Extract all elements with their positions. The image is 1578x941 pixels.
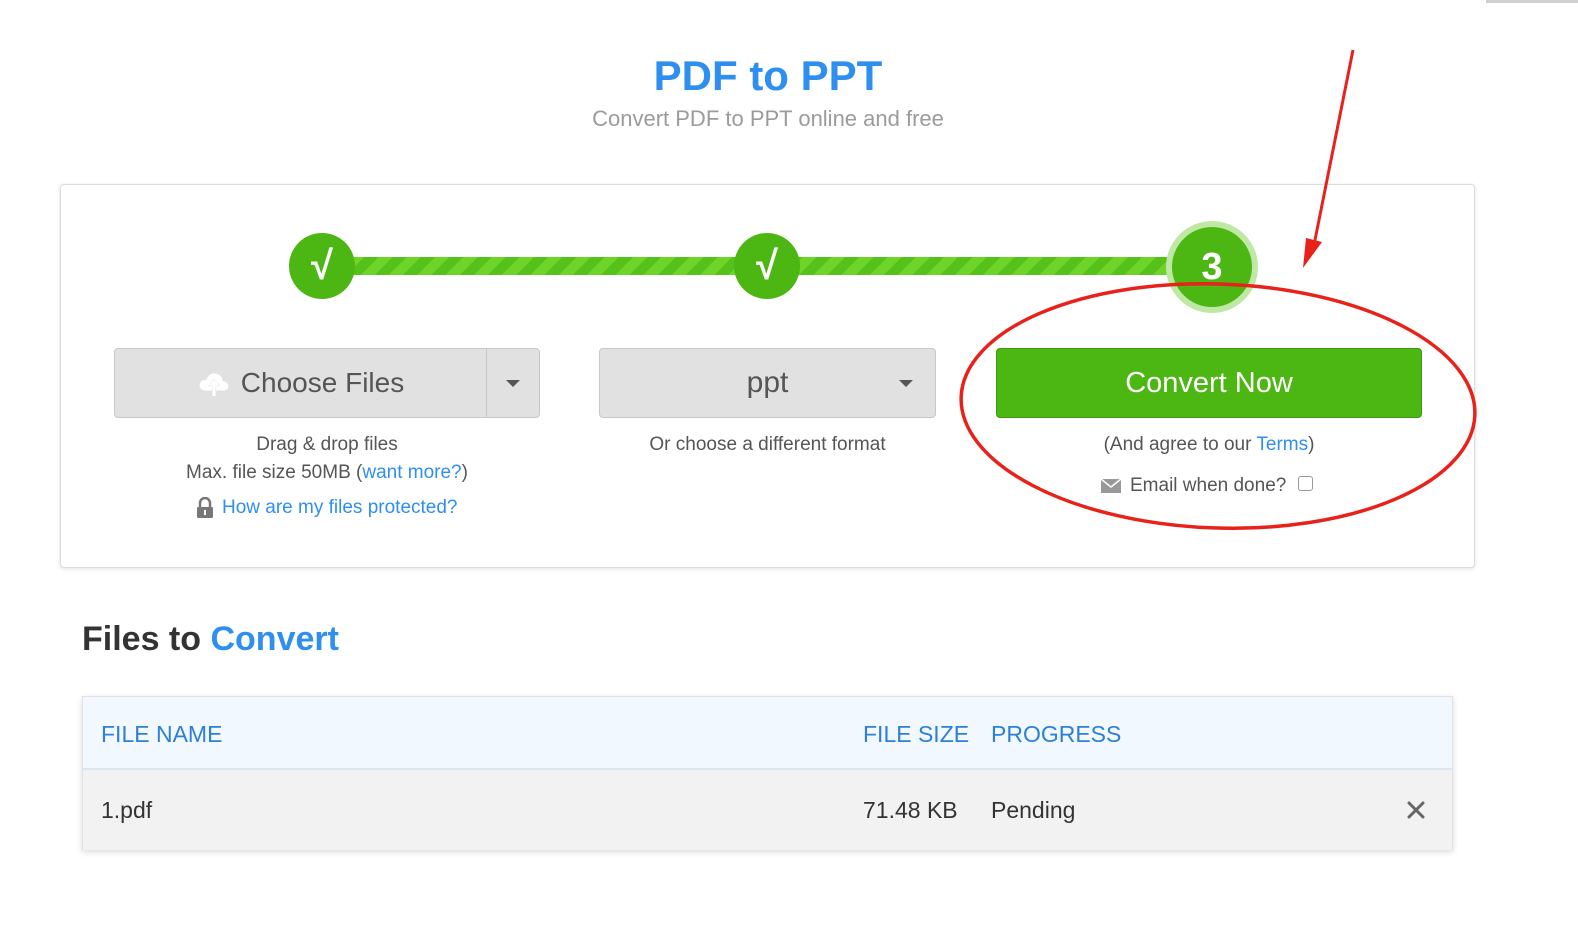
cloud-upload-icon <box>199 373 229 397</box>
files-title-part1: Files to <box>82 620 202 658</box>
remove-file-button[interactable] <box>1402 796 1430 824</box>
page: PDF to PPT Convert PDF to PPT online and… <box>0 0 1578 941</box>
column-file-name: FILE NAME <box>101 721 223 747</box>
files-title-part2: Convert <box>210 620 339 658</box>
close-icon <box>1407 801 1425 819</box>
choose-files-label: Choose Files <box>240 367 405 398</box>
convert-now-button[interactable]: Convert Now <box>996 348 1422 418</box>
email-label: Email when done? <box>1130 475 1287 496</box>
chevron-down-icon <box>506 379 520 387</box>
envelope-icon <box>1100 478 1122 493</box>
files-protected-link[interactable]: How are my files protected? <box>222 497 458 519</box>
file-size-cell: 71.48 KB <box>863 797 958 823</box>
drag-drop-text: Drag & drop files <box>256 434 398 455</box>
checkmark-icon: √ <box>756 243 778 288</box>
email-checkbox[interactable] <box>1298 475 1314 491</box>
column-file-size: FILE SIZE <box>863 721 970 747</box>
page-title: PDF to PPT <box>653 52 883 99</box>
max-size-text: Max. file size 50MB (want more?) <box>114 462 540 484</box>
terms-link[interactable]: Terms <box>1256 434 1308 455</box>
format-selected-value: ppt <box>746 366 789 399</box>
max-size-suffix: ) <box>461 462 468 483</box>
convert-now-label: Convert Now <box>1125 366 1293 399</box>
choose-files-dropdown[interactable] <box>487 349 539 417</box>
step-2-done: √ <box>734 233 800 299</box>
table-header: FILE NAME FILE SIZE PROGRESS <box>83 697 1452 770</box>
terms-suffix: ) <box>1308 434 1315 455</box>
terms-prefix: (And agree to our <box>1103 434 1257 455</box>
max-size-prefix: Max. file size 50MB ( <box>186 462 363 483</box>
progress-cell: Pending <box>991 797 1076 823</box>
step-1-done: √ <box>289 233 355 299</box>
files-section-title: Files to Convert <box>82 620 339 659</box>
table-row: 1.pdf 71.48 KB Pending <box>83 770 1452 850</box>
files-table: FILE NAME FILE SIZE PROGRESS 1.pdf 71.48… <box>82 696 1453 850</box>
step-3-active: 3 <box>1172 227 1252 307</box>
format-hint: Or choose a different format <box>649 434 886 455</box>
window-edge <box>1486 0 1578 3</box>
page-subtitle: Convert PDF to PPT online and free <box>592 106 944 131</box>
files-protected-row: How are my files protected? <box>196 496 458 520</box>
email-when-done-row: Email when done? <box>1100 473 1314 499</box>
want-more-link[interactable]: want more? <box>362 462 461 483</box>
choose-files-button[interactable]: Choose Files <box>114 348 540 418</box>
choose-files-main[interactable]: Choose Files <box>115 349 487 417</box>
lock-icon <box>197 497 213 518</box>
format-select[interactable]: ppt <box>599 348 936 418</box>
step-number: 3 <box>1201 245 1223 288</box>
file-name-cell: 1.pdf <box>101 797 153 823</box>
terms-text: (And agree to our Terms) <box>996 434 1422 456</box>
chevron-down-icon <box>899 380 913 387</box>
column-progress: PROGRESS <box>991 721 1122 747</box>
checkmark-icon: √ <box>311 243 333 288</box>
